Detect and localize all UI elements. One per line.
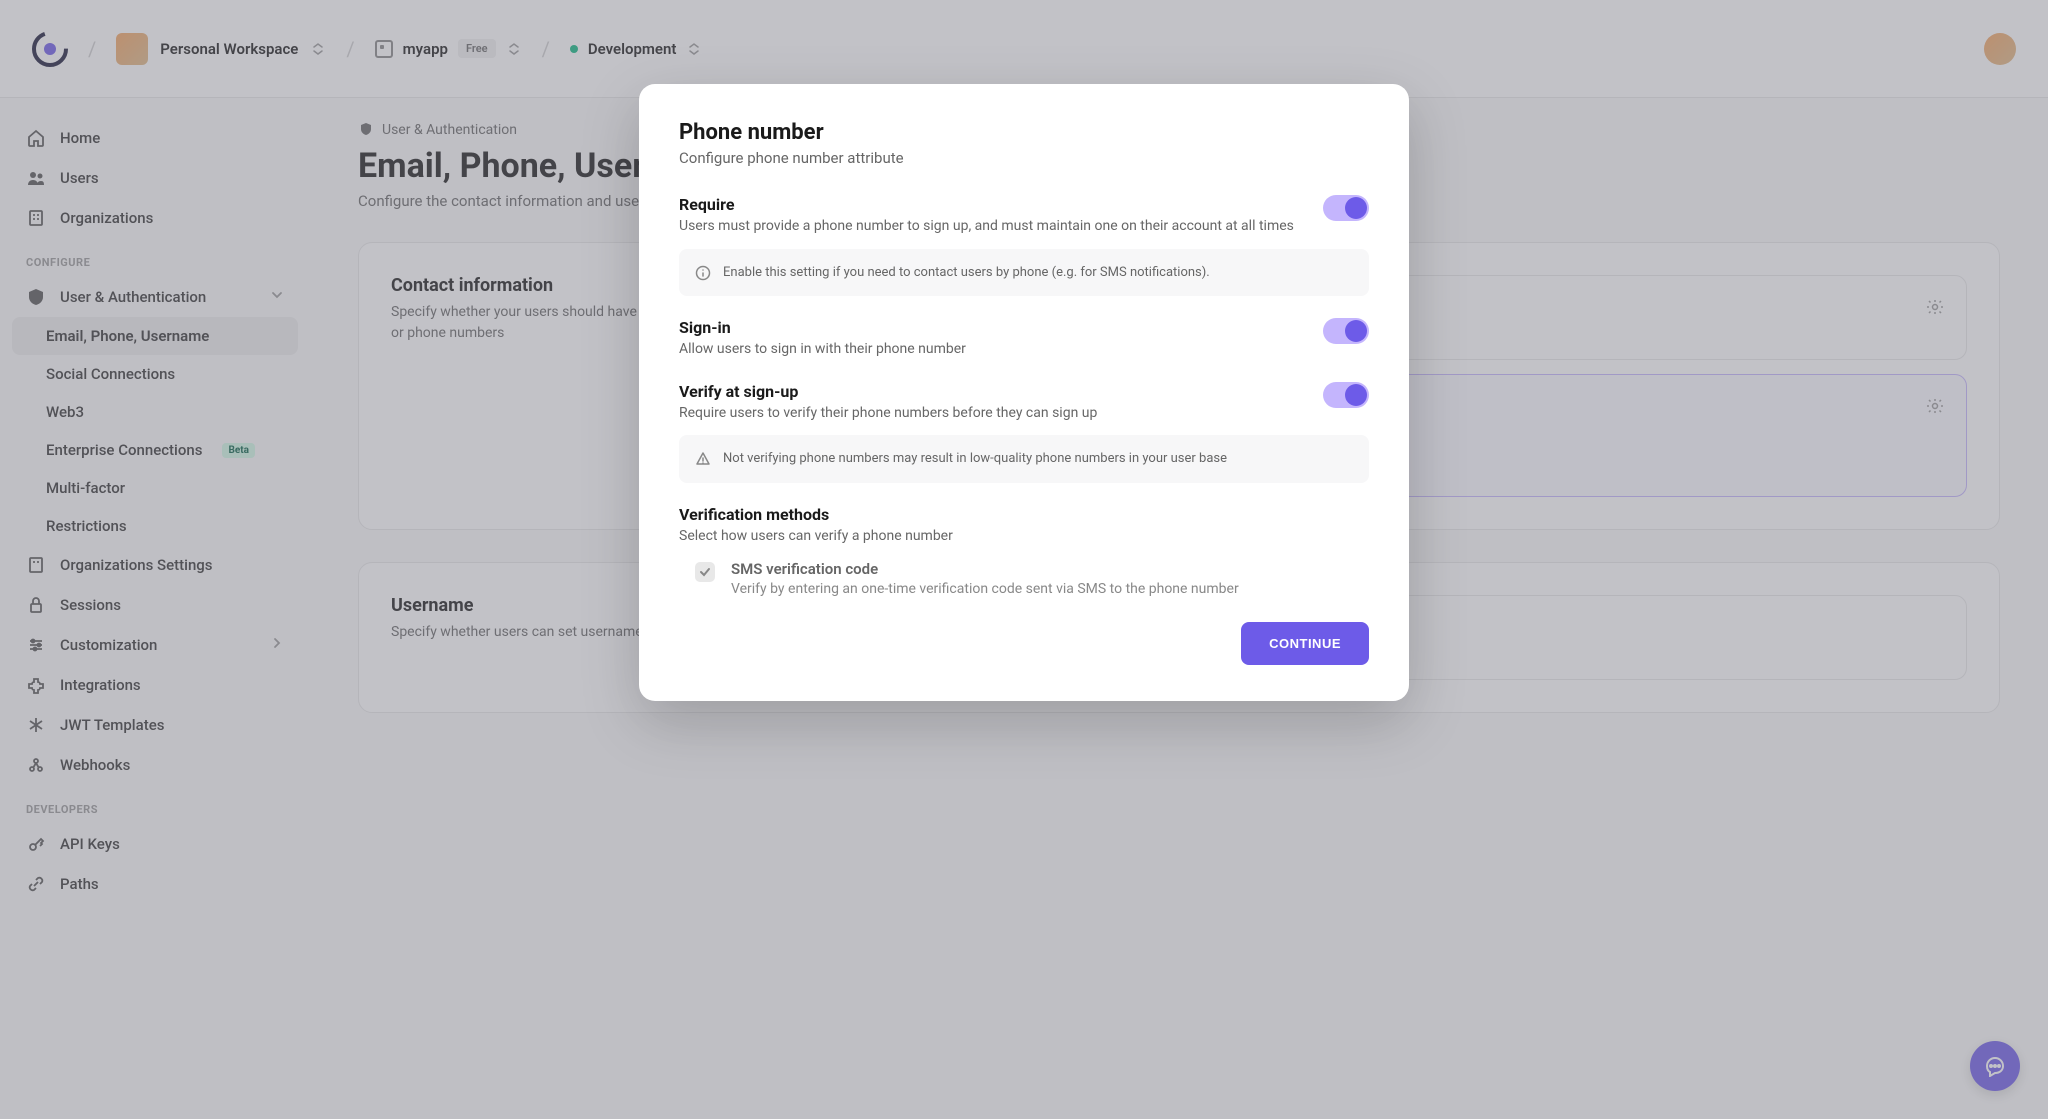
signin-toggle[interactable] — [1323, 318, 1369, 344]
signin-title: Sign-in — [679, 318, 966, 337]
modal-overlay[interactable]: Phone number Configure phone number attr… — [0, 0, 2048, 1119]
modal-title: Phone number — [679, 120, 1369, 145]
methods-desc: Select how users can verify a phone numb… — [679, 527, 1369, 547]
require-toggle[interactable] — [1323, 195, 1369, 221]
methods-title: Verification methods — [679, 505, 1369, 524]
verify-title: Verify at sign-up — [679, 382, 1097, 401]
info-icon — [695, 265, 711, 281]
checkbox-checked-icon — [695, 562, 715, 582]
require-title: Require — [679, 195, 1294, 214]
warning-text: Not verifying phone numbers may result i… — [723, 449, 1227, 469]
info-text: Enable this setting if you need to conta… — [723, 263, 1210, 283]
sms-verification-option[interactable]: SMS verification code Verify by entering… — [679, 560, 1369, 600]
verify-toggle[interactable] — [1323, 382, 1369, 408]
require-info-box: Enable this setting if you need to conta… — [679, 249, 1369, 297]
require-desc: Users must provide a phone number to sig… — [679, 217, 1294, 237]
verify-warning-box: Not verifying phone numbers may result i… — [679, 435, 1369, 483]
sms-title: SMS verification code — [731, 560, 1239, 578]
phone-number-modal: Phone number Configure phone number attr… — [639, 84, 1409, 701]
signin-desc: Allow users to sign in with their phone … — [679, 340, 966, 360]
warning-icon — [695, 451, 711, 467]
verify-desc: Require users to verify their phone numb… — [679, 404, 1097, 424]
sms-desc: Verify by entering an one-time verificat… — [731, 580, 1239, 600]
modal-subtitle: Configure phone number attribute — [679, 149, 1369, 167]
continue-button[interactable]: CONTINUE — [1241, 622, 1369, 665]
